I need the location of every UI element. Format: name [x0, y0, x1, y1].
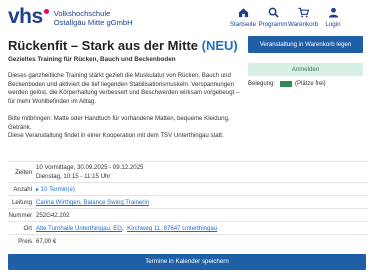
cart-icon: [297, 7, 309, 18]
home-icon: [238, 8, 248, 18]
zeiten-value: 10 Vormittage, 30.09.2025 - 09.12.2025 D…: [36, 164, 368, 182]
availability-label: Belegung:: [248, 81, 276, 87]
leitung-link[interactable]: Carina Wirthgen, Balance Swing Trainerin: [36, 199, 149, 206]
main-nav: Startseite Programm Warenkorb Login: [228, 7, 348, 28]
page-title: Rückenfit – Stark aus der Mitte (NEU): [8, 38, 238, 53]
preis-value: 67,00 €: [36, 238, 57, 245]
course-description: Dieses ganzheitliche Training stärkt gez…: [8, 72, 248, 149]
zeiten-label: Zeiten: [15, 169, 32, 176]
course-subtitle: Gezieltes Training für Rücken, Bauch und…: [8, 56, 176, 63]
ort-link-address[interactable]: Kirchweg 11, 87647 Unterthingau: [127, 225, 217, 232]
nav-label: Warenkorb: [287, 21, 319, 28]
register-button[interactable]: Anmelden: [248, 63, 363, 76]
nav-warenkorb[interactable]: Warenkorb: [288, 7, 318, 28]
new-badge: (NEU): [201, 38, 238, 53]
availability-indicator: [280, 81, 292, 87]
details-row-leitung: Leitung Carina Wirthgen, Balance Swing T…: [8, 195, 368, 208]
details-row-zeiten: Zeiten 10 Vormittage, 30.09.2025 - 09.12…: [8, 161, 368, 182]
anzahl-value[interactable]: ▸ 10 Termin(e): [36, 186, 368, 195]
zeiten-line2: Dienstag, 10:15 - 11:15 Uhr: [36, 173, 111, 180]
zeiten-line1: 10 Vormittage, 30.09.2025 - 09.12.2025: [36, 164, 144, 171]
nav-programm[interactable]: Programm: [258, 7, 288, 28]
course-details: Zeiten 10 Vormittage, 30.09.2025 - 09.12…: [8, 161, 368, 247]
details-row-anzahl: Anzahl ▸ 10 Termin(e): [8, 182, 368, 195]
nav-label: Login: [325, 21, 341, 28]
preis-label: Preis: [18, 238, 32, 245]
logo-dot: [43, 9, 49, 14]
course-title: Rückenfit – Stark aus der Mitte: [8, 38, 198, 53]
details-row-nummer: Nummer 252G42.202: [8, 208, 368, 221]
nav-startseite[interactable]: Startseite: [228, 7, 258, 28]
availability-text: (Plätze frei): [295, 81, 326, 87]
user-icon: [328, 7, 338, 18]
details-row-preis: Preis 67,00 €: [8, 234, 368, 247]
logo-wordmark: vhs: [8, 5, 43, 28]
anzahl-link[interactable]: 10 Termin(e): [41, 186, 75, 193]
nav-label: Programm: [258, 21, 288, 28]
details-row-ort: Ort Alte Turnhalle Unterthingau, EG, Kir…: [8, 221, 368, 234]
save-to-calendar-button[interactable]: Termine in Kalender speichern: [8, 254, 366, 270]
action-panel: Veranstaltung in Warenkorb legen Anmelde…: [248, 36, 363, 87]
site-header: vhs Volkshochschule Ostallgäu Mitte gGmb…: [0, 0, 373, 34]
logo-line1: Volkshochschule: [53, 9, 111, 18]
description-paragraph: Dieses ganzheitliche Training stärkt gez…: [8, 72, 240, 105]
search-icon: [268, 7, 279, 18]
ort-link-venue[interactable]: Alte Turnhalle Unterthingau, EG: [36, 225, 122, 232]
description-paragraph: Bitte mitbringen: Matte oder Handtuch fü…: [8, 114, 230, 140]
logo-name: Volkshochschule Ostallgäu Mitte gGmbH: [54, 9, 133, 27]
ort-label: Ort: [23, 225, 32, 232]
nav-label: Startseite: [229, 21, 257, 28]
leitung-label: Leitung: [12, 199, 32, 206]
vhs-logo[interactable]: vhs Volkshochschule Ostallgäu Mitte gGmb…: [8, 6, 133, 28]
availability-status: Belegung: (Plätze frei): [248, 81, 363, 87]
logo-line2: Ostallgäu Mitte gGmbH: [53, 18, 133, 27]
nav-login[interactable]: Login: [318, 7, 348, 28]
nummer-value: 252G42.202: [36, 212, 70, 219]
add-to-cart-button[interactable]: Veranstaltung in Warenkorb legen: [248, 36, 363, 53]
nummer-label: Nummer: [8, 212, 32, 219]
anzahl-label: Anzahl: [13, 186, 32, 193]
